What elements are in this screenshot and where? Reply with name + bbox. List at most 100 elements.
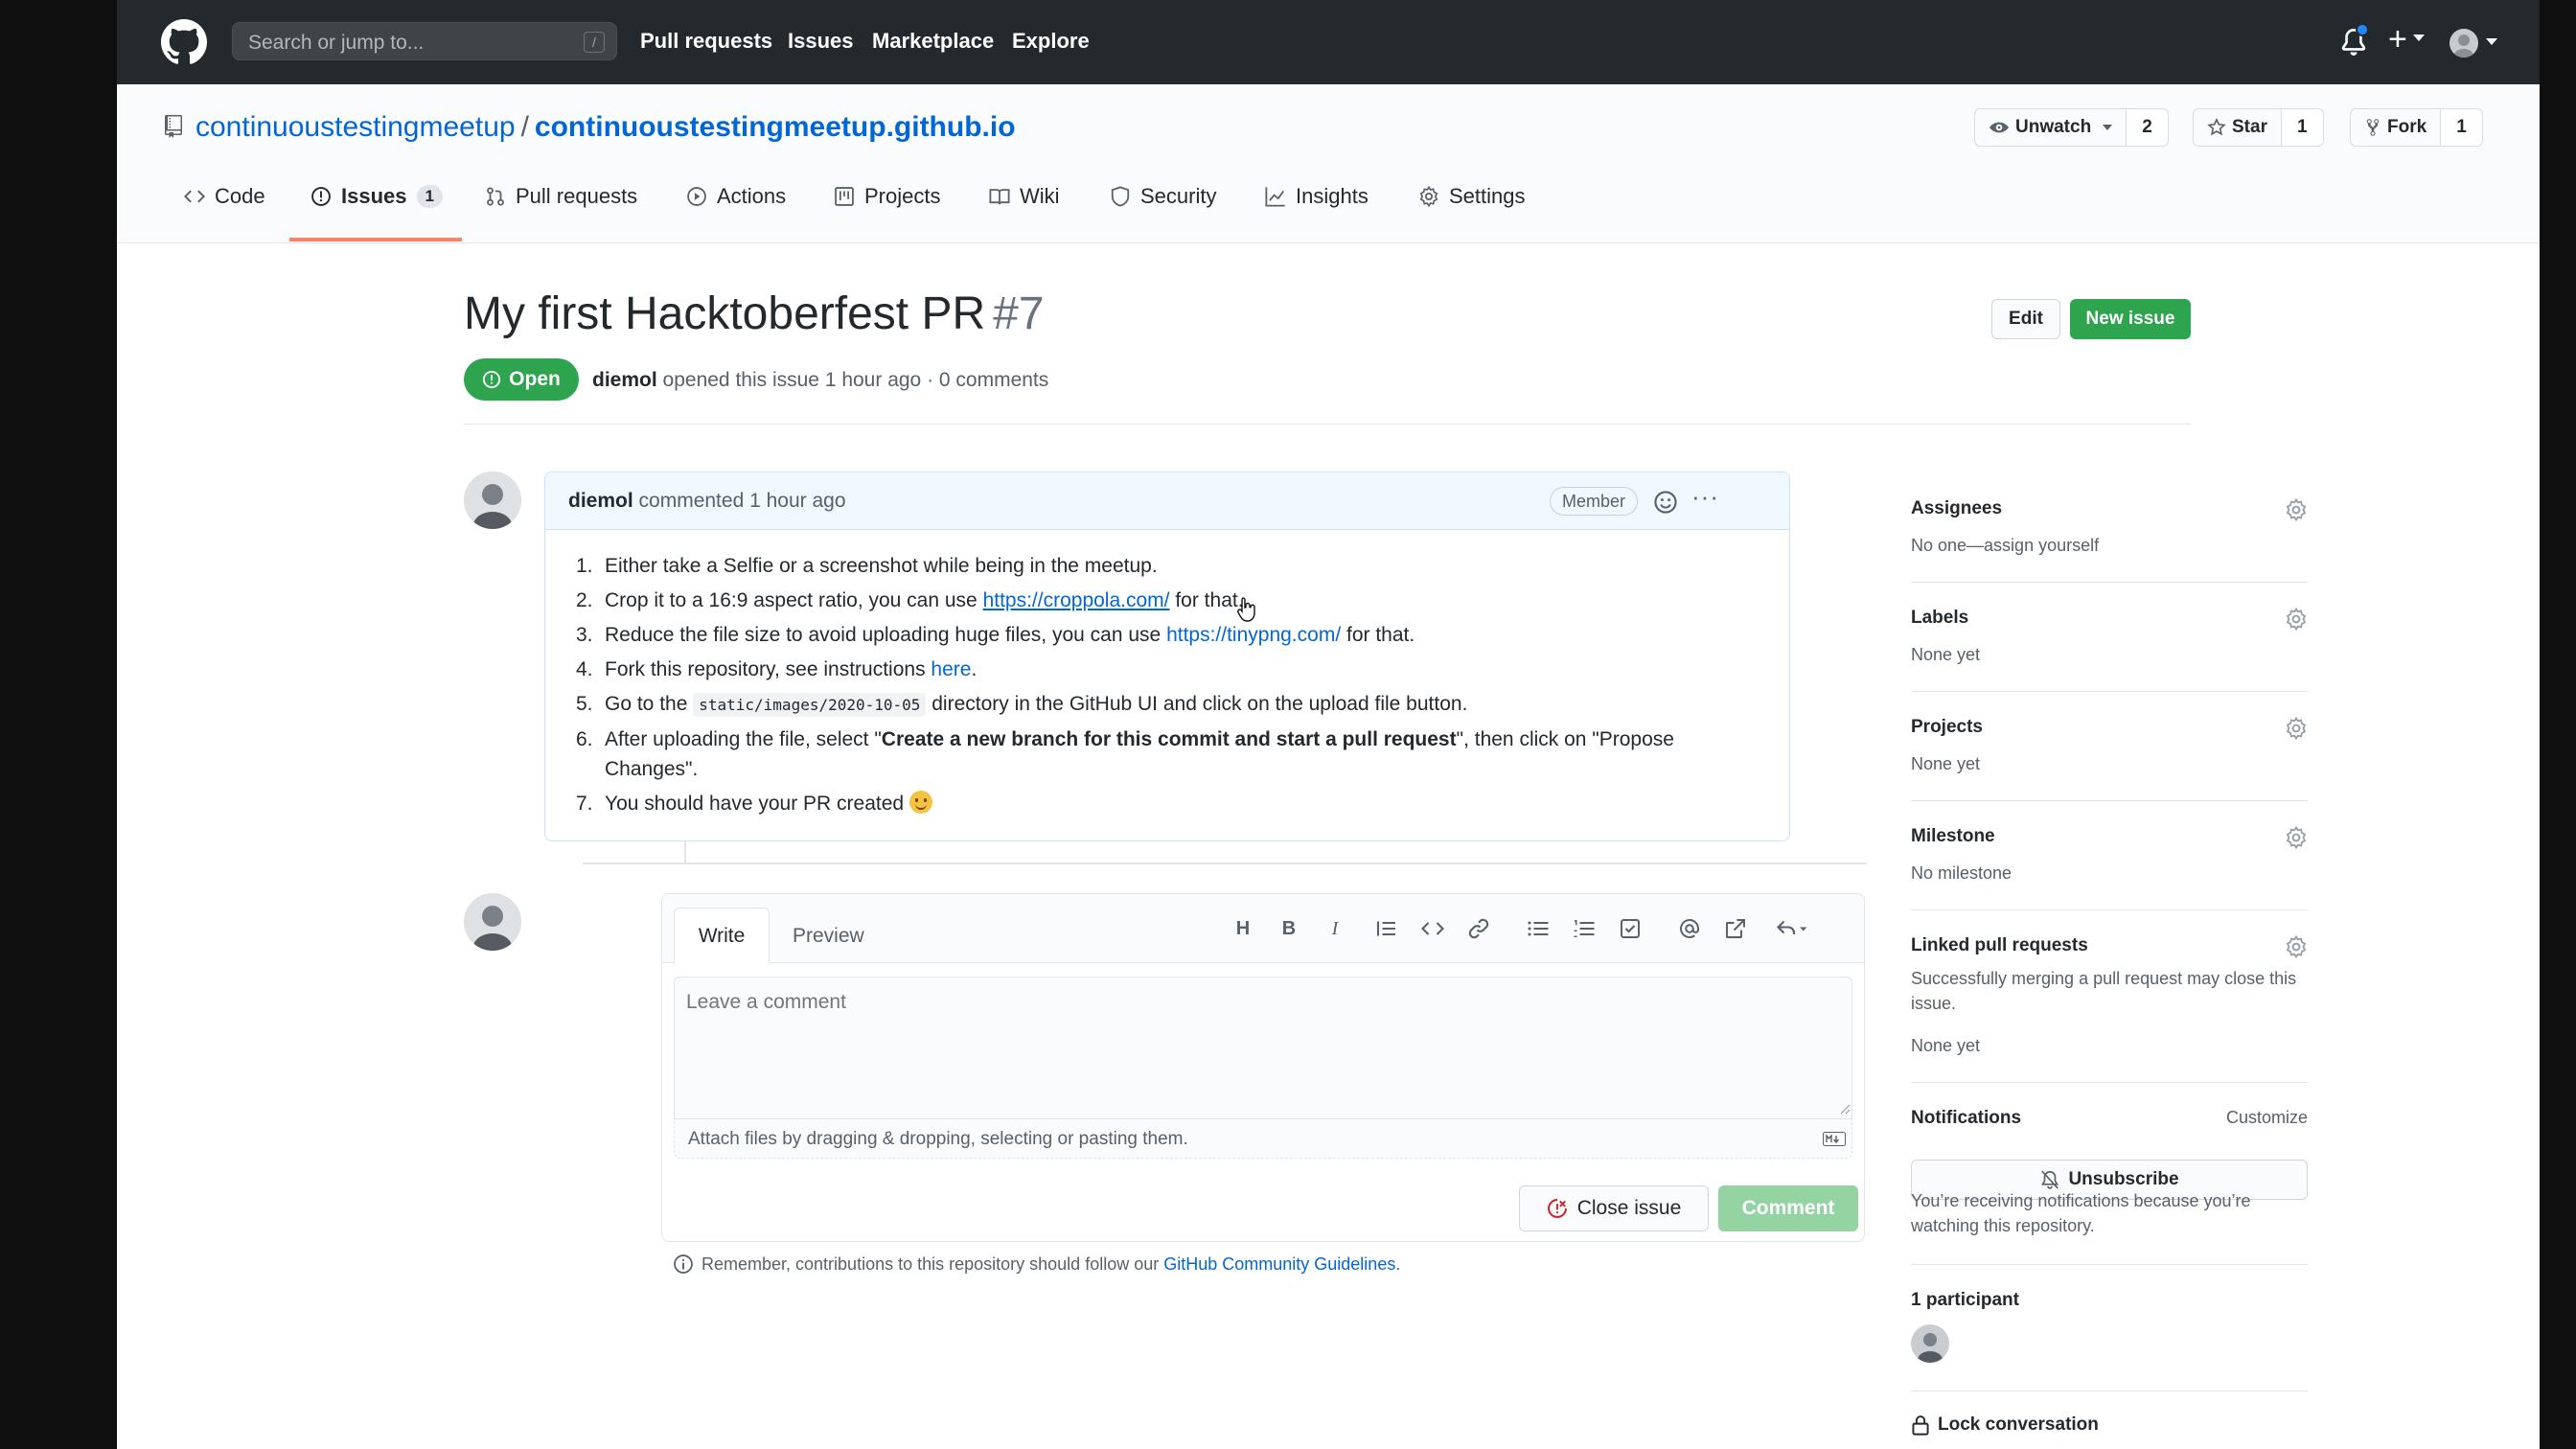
plus-icon[interactable]: +	[2388, 21, 2407, 58]
graph-icon	[1265, 187, 1285, 207]
list-number: 1.	[576, 555, 593, 577]
croppola-link[interactable]: https://croppola.com/	[983, 589, 1170, 611]
shield-icon	[1111, 186, 1130, 207]
comment-textarea[interactable]	[674, 977, 1852, 1118]
new-issue-button[interactable]: New issue	[2070, 299, 2191, 339]
tab-label: Pull requests	[516, 184, 638, 208]
issue-author[interactable]: diemol	[592, 369, 657, 391]
sidebar-heading[interactable]: Linked pull requests	[1911, 935, 2088, 956]
close-issue-button[interactable]: Close issue	[1519, 1185, 1709, 1231]
attach-files-area[interactable]: Attach files by dragging & dropping, sel…	[674, 1118, 1852, 1159]
play-icon	[687, 187, 706, 206]
lock-conversation-link[interactable]: Lock conversation	[1911, 1414, 2099, 1436]
markdown-icon[interactable]	[1823, 1132, 1846, 1146]
user-avatar[interactable]	[2450, 29, 2478, 58]
topnav-pull-requests[interactable]: Pull requests	[640, 29, 772, 54]
cross-reference-icon[interactable]	[1722, 915, 1749, 942]
bullet-list-icon[interactable]	[1525, 915, 1552, 942]
star-button[interactable]: Star	[2194, 109, 2282, 146]
tab-preview[interactable]: Preview	[793, 925, 864, 948]
avatar[interactable]	[464, 472, 521, 529]
more-options-icon[interactable]: ···	[1691, 482, 1719, 512]
chevron-down-icon	[2103, 125, 2113, 130]
quote-icon[interactable]	[1373, 915, 1400, 942]
watch-button-group: Unwatch 2	[1974, 108, 2169, 147]
smile-emoji-icon	[908, 791, 932, 814]
customize-link[interactable]: Customize	[2226, 1108, 2308, 1128]
sidebar-notifications: Notifications Customize Unsubscribe You’…	[1911, 1096, 2308, 1265]
milestone-value: No milestone	[1911, 863, 2012, 883]
topnav-marketplace[interactable]: Marketplace	[872, 29, 994, 54]
star-count[interactable]: 1	[2281, 109, 2323, 146]
tab-pull-requests[interactable]: Pull requests	[485, 184, 637, 209]
tab-settings[interactable]: Settings	[1418, 184, 1526, 209]
issue-title: My first Hacktoberfest PR #7	[464, 288, 1045, 340]
gear-icon[interactable]	[2285, 826, 2308, 849]
github-logo-icon[interactable]	[161, 19, 207, 65]
tab-actions[interactable]: Actions	[686, 184, 786, 209]
comment-form-tabs: Write Preview H B I	[662, 894, 1864, 964]
tab-code[interactable]: Code	[184, 184, 265, 209]
reply-icon[interactable]	[1772, 915, 1810, 942]
gear-icon[interactable]	[2285, 608, 2308, 631]
list-text: for that.	[1169, 589, 1244, 611]
community-guidelines-link[interactable]: GitHub Community Guidelines	[1163, 1254, 1395, 1274]
add-reaction-icon[interactable]	[1653, 490, 1678, 515]
fork-count[interactable]: 1	[2441, 109, 2482, 146]
watch-button[interactable]: Unwatch	[1975, 109, 2128, 146]
tab-write[interactable]: Write	[674, 908, 770, 964]
task-list-icon[interactable]	[1617, 915, 1644, 942]
divider	[464, 424, 2191, 425]
tab-projects[interactable]: Projects	[834, 184, 940, 209]
participant-avatar[interactable]	[1911, 1324, 1949, 1363]
sidebar-labels: Labels None yet	[1911, 596, 2308, 692]
divider	[583, 862, 1867, 864]
sidebar-heading[interactable]: Projects	[1911, 717, 1983, 738]
repo-name-link[interactable]: continuoustestingmeetup.github.io	[535, 111, 1016, 143]
list-text: Fork this repository, see instructions	[605, 658, 932, 680]
comment-button[interactable]: Comment	[1718, 1185, 1858, 1231]
list-text: Go to the	[605, 693, 694, 715]
edit-button[interactable]: Edit	[1991, 299, 2060, 339]
comment-body: 1. Either take a Selfie or a screenshot w…	[576, 551, 1762, 823]
topnav-issues[interactable]: Issues	[788, 29, 854, 54]
assignees-value[interactable]: No one—assign yourself	[1911, 533, 2099, 558]
heading-icon[interactable]: H	[1230, 915, 1256, 942]
watch-count[interactable]: 2	[2127, 109, 2168, 146]
bold-icon[interactable]: B	[1276, 915, 1302, 942]
sidebar-heading: 1 participant	[1911, 1290, 2019, 1310]
issue-meta-text: opened this issue 1 hour ago · 0 comment…	[662, 369, 1049, 391]
list-text: You should have your PR created	[605, 793, 909, 815]
sidebar-heading[interactable]: Assignees	[1911, 498, 2002, 519]
list-number: 6.	[576, 728, 593, 750]
tab-security[interactable]: Security	[1110, 184, 1216, 209]
gear-icon[interactable]	[2285, 935, 2308, 958]
code-icon[interactable]	[1419, 915, 1446, 942]
tab-insights[interactable]: Insights	[1265, 184, 1368, 209]
tinypng-link[interactable]: https://tinypng.com/	[1166, 624, 1341, 646]
numbered-list-icon[interactable]	[1571, 915, 1598, 942]
comment-time[interactable]: commented 1 hour ago	[639, 490, 846, 512]
pull-request-icon	[487, 187, 504, 206]
italic-icon[interactable]: I	[1322, 915, 1348, 942]
resize-handle-icon[interactable]	[1837, 1101, 1851, 1115]
fork-button[interactable]: Fork	[2351, 109, 2442, 146]
tab-label: Issues	[341, 184, 407, 208]
gear-icon[interactable]	[2285, 498, 2308, 521]
mention-icon[interactable]	[1676, 915, 1703, 942]
tab-wiki[interactable]: Wiki	[989, 184, 1060, 209]
tab-label: Wiki	[1020, 184, 1060, 208]
sidebar-heading[interactable]: Milestone	[1911, 826, 1995, 847]
repo-owner-link[interactable]: continuoustestingmeetup	[196, 111, 516, 143]
list-item: 7. You should have your PR created	[576, 789, 1762, 818]
tab-issues[interactable]: Issues 1	[310, 184, 443, 209]
gear-icon[interactable]	[2285, 717, 2308, 740]
sidebar-heading[interactable]: Labels	[1911, 608, 1968, 629]
instructions-link[interactable]: here	[931, 658, 971, 680]
topnav-explore[interactable]: Explore	[1012, 29, 1090, 54]
avatar[interactable]	[464, 893, 521, 951]
list-text: directory in the GitHub UI and click on …	[926, 693, 1468, 715]
comment-author[interactable]: diemol	[568, 490, 633, 512]
link-icon[interactable]	[1465, 915, 1492, 942]
search-input[interactable]: Search or jump to... /	[232, 22, 617, 60]
